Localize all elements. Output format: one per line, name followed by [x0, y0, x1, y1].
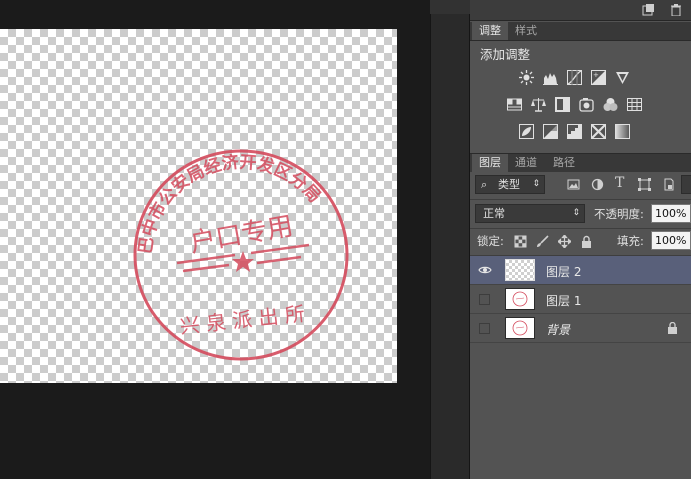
filter-adjustment-icon[interactable] — [591, 178, 604, 191]
document-canvas[interactable]: 巴中市公安局经济开发区分局 户口专用 兴 泉 派 出 所 — [0, 29, 397, 383]
chevron-updown-icon: ⇕ — [572, 208, 580, 218]
panel-top-bar — [470, 0, 691, 21]
layer-row[interactable]: 图层 1 — [470, 285, 691, 314]
brightness-icon[interactable] — [519, 70, 534, 85]
visibility-toggle[interactable] — [479, 323, 490, 334]
eye-icon[interactable] — [478, 263, 492, 277]
vibrance-icon[interactable] — [615, 70, 630, 85]
layer-filter-label: 类型 — [498, 178, 520, 191]
curves-icon[interactable] — [567, 70, 582, 85]
layer-thumbnail — [505, 288, 535, 310]
panel-gutter — [430, 0, 470, 479]
layer-thumbnail — [505, 259, 535, 281]
opacity-label: 不透明度: — [594, 207, 644, 221]
search-icon: ⌕ — [481, 178, 488, 191]
tab-adjustments[interactable]: 调整 — [472, 22, 508, 40]
opacity-input[interactable]: 100% — [651, 204, 691, 223]
filter-type-icon[interactable]: T — [615, 175, 628, 191]
layer-name[interactable]: 图层 2 — [546, 263, 581, 280]
lock-label: 锁定: — [477, 234, 504, 248]
threshold-icon[interactable] — [567, 124, 582, 139]
svg-text:+: + — [593, 71, 599, 79]
color-lookup-icon[interactable] — [627, 97, 642, 112]
selective-color-icon[interactable] — [591, 124, 606, 139]
layer-row[interactable]: 图层 2 — [470, 256, 691, 285]
layers-panel: ⌕ 类型 ⇕ T 正常 ⇕ 不透明度: 100% 锁定: 填充: 100% 图层… — [470, 172, 691, 479]
adjustments-panel: 添加调整 + — [470, 42, 691, 152]
visibility-toggle[interactable] — [479, 294, 490, 305]
tab-channels[interactable]: 通道 — [508, 154, 544, 172]
tab-paths[interactable]: 路径 — [546, 154, 582, 172]
invert-icon[interactable] — [519, 124, 534, 139]
filter-smart-object-icon[interactable] — [662, 178, 675, 191]
lock-image-pixels-icon[interactable] — [536, 235, 549, 248]
hue-saturation-icon[interactable] — [507, 97, 522, 112]
exposure-icon[interactable]: + — [591, 70, 606, 85]
photo-filter-icon[interactable] — [579, 97, 594, 112]
layers-tabbar: 图层 通道 路径 — [470, 153, 691, 173]
filter-pixel-icon[interactable] — [567, 178, 580, 191]
dock-header-strip — [430, 0, 470, 14]
levels-icon[interactable] — [543, 70, 558, 85]
gradient-map-icon[interactable] — [615, 124, 630, 139]
layer-thumbnail — [505, 317, 535, 339]
blend-mode-value: 正常 — [483, 207, 505, 220]
add-adjustment-title: 添加调整 — [480, 47, 531, 62]
chevron-updown-icon: ⇕ — [532, 179, 540, 189]
lock-transparent-pixels-icon[interactable] — [514, 235, 527, 248]
tab-layers[interactable]: 图层 — [472, 154, 508, 172]
layer-name[interactable]: 背景 — [546, 321, 570, 338]
canvas-area[interactable]: 巴中市公安局经济开发区分局 户口专用 兴 泉 派 出 所 — [0, 0, 430, 479]
color-balance-icon[interactable] — [531, 97, 546, 112]
channel-mixer-icon[interactable] — [603, 97, 618, 112]
adjustments-tabbar: 调整 样式 — [470, 22, 691, 41]
stamp-image: 巴中市公安局经济开发区分局 户口专用 兴 泉 派 出 所 — [133, 149, 349, 361]
lock-icon — [668, 322, 677, 334]
lock-position-icon[interactable] — [558, 235, 571, 248]
stamp-bottom-text: 兴 泉 派 出 所 — [179, 302, 306, 339]
layer-filter-dropdown[interactable]: ⌕ 类型 ⇕ — [475, 175, 545, 194]
filter-toggle[interactable] — [681, 175, 691, 194]
layer-name[interactable]: 图层 1 — [546, 292, 581, 309]
divider — [470, 228, 691, 229]
fill-label: 填充: — [617, 234, 644, 248]
stamp-center-text: 户口专用 — [188, 211, 296, 259]
layer-row[interactable]: 背景 — [470, 314, 691, 343]
trash-icon[interactable] — [670, 4, 682, 16]
black-white-icon[interactable] — [555, 97, 570, 112]
tab-styles[interactable]: 样式 — [508, 22, 544, 40]
new-layer-icon[interactable] — [642, 4, 654, 16]
posterize-icon[interactable] — [543, 124, 558, 139]
filter-shape-icon[interactable] — [638, 178, 651, 191]
blend-mode-dropdown[interactable]: 正常 ⇕ — [475, 204, 585, 223]
right-panel-dock: 调整 样式 添加调整 + 图层 通道 路径 ⌕ 类型 ⇕ T 正常 ⇕ 不透明度… — [470, 0, 691, 479]
fill-input[interactable]: 100% — [651, 231, 691, 250]
divider — [470, 199, 691, 200]
lock-all-icon[interactable] — [580, 235, 593, 248]
